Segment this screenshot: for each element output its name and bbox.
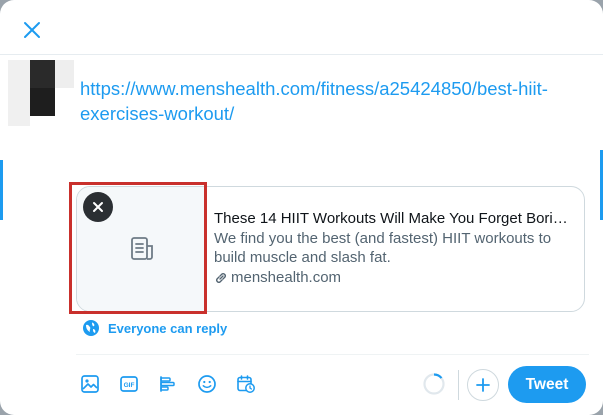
add-tweet-button[interactable]	[467, 369, 499, 401]
close-button[interactable]	[14, 12, 50, 48]
poll-button[interactable]	[152, 368, 184, 400]
media-button[interactable]	[74, 368, 106, 400]
card-title: These 14 HIIT Workouts Will Make You For…	[214, 210, 572, 227]
card-domain: menshealth.com	[231, 269, 342, 286]
gif-label: GIF	[124, 382, 135, 389]
card-domain-row: menshealth.com	[214, 268, 572, 287]
toolbar-separator	[458, 370, 459, 400]
close-icon	[24, 22, 40, 38]
gif-button[interactable]: GIF	[113, 368, 145, 400]
reply-setting-button[interactable]: Everyone can reply	[82, 319, 227, 337]
toolbar-divider	[76, 354, 589, 355]
media-icon	[81, 375, 99, 393]
plus-icon	[476, 378, 490, 392]
link-icon	[216, 272, 226, 283]
globe-icon	[83, 320, 99, 336]
tweet-button[interactable]: Tweet	[508, 366, 586, 403]
composer-toolbar: GIF	[74, 368, 262, 400]
schedule-icon	[237, 375, 255, 393]
emoji-button[interactable]	[191, 368, 223, 400]
backdrop-edge	[0, 160, 3, 220]
header-divider	[0, 54, 603, 55]
gif-icon: GIF	[120, 376, 138, 392]
reply-setting-label: Everyone can reply	[108, 320, 228, 336]
avatar[interactable]	[8, 60, 74, 126]
character-count-progress	[423, 373, 445, 395]
card-description: We find you the best (and fastest) HIIT …	[214, 230, 552, 266]
remove-card-button[interactable]	[83, 192, 113, 222]
emoji-icon	[198, 375, 216, 393]
tweet-text-input[interactable]: https://www.menshealth.com/fitness/a2542…	[80, 76, 590, 126]
schedule-button[interactable]	[230, 368, 262, 400]
compose-tweet-dialog: https://www.menshealth.com/fitness/a2542…	[0, 0, 603, 415]
close-icon	[93, 202, 103, 212]
poll-icon	[160, 376, 175, 392]
